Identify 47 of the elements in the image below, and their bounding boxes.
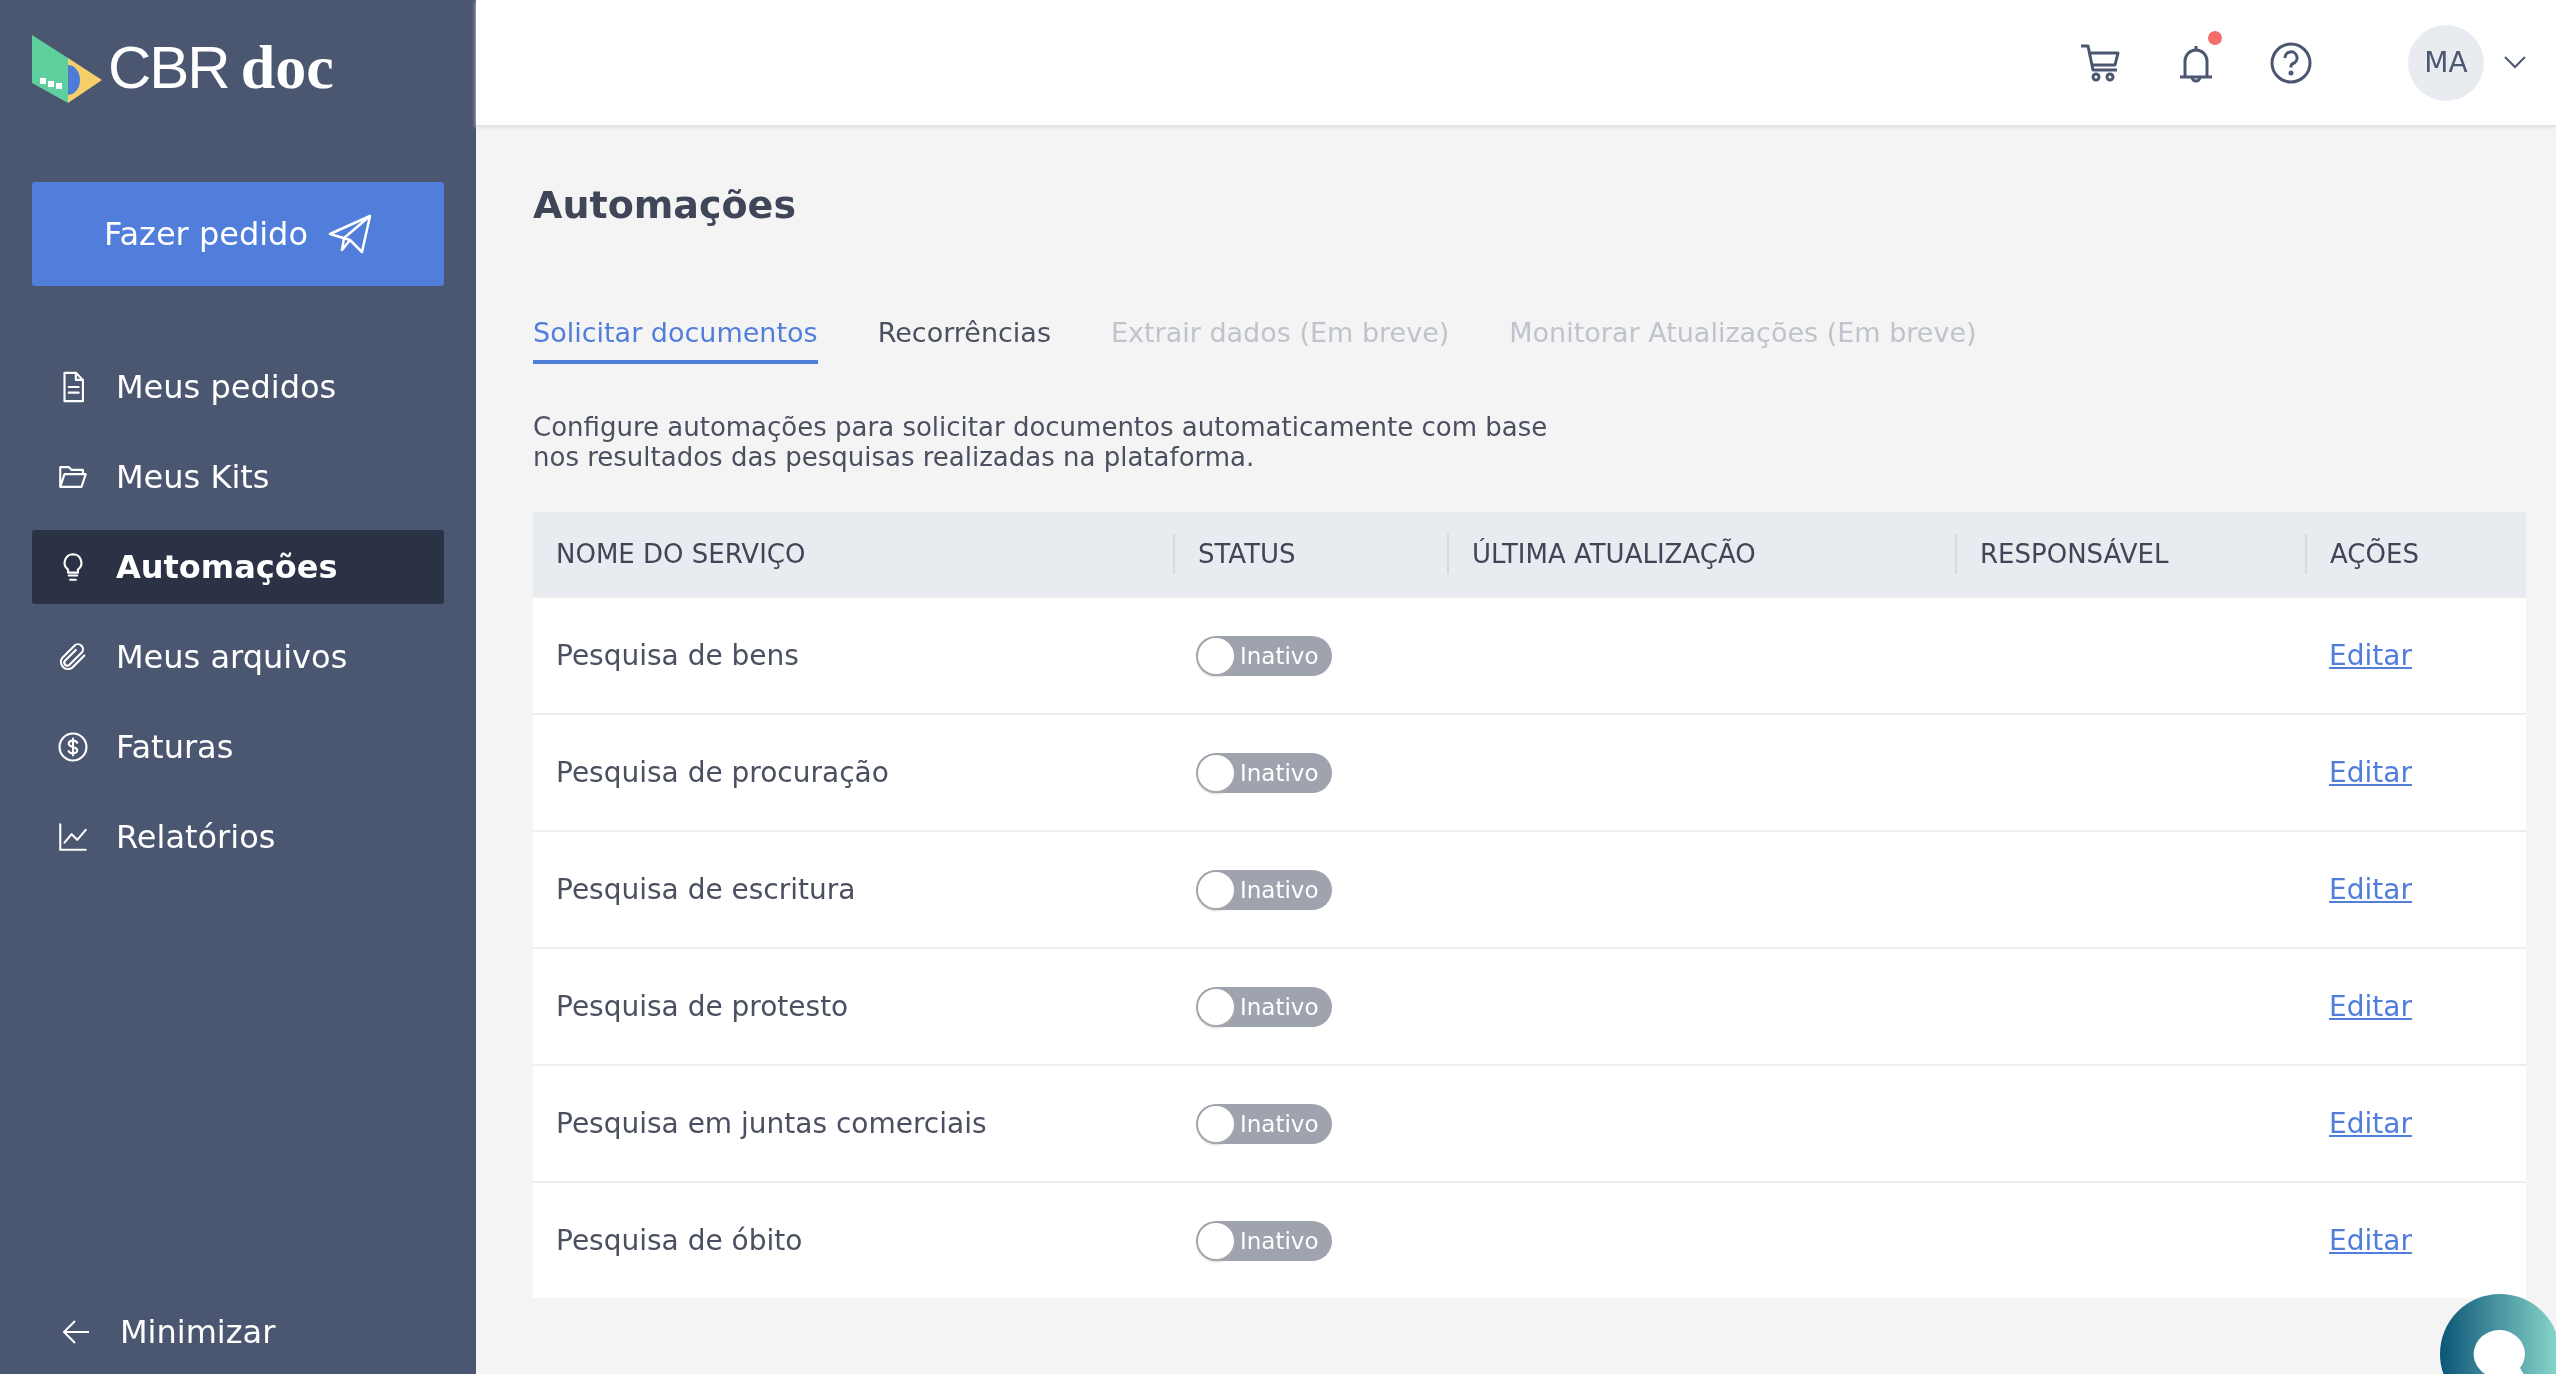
column-header: ÚLTIMA ATUALIZAÇÃO <box>1447 534 1955 574</box>
dollar-icon <box>56 730 90 764</box>
status-toggle[interactable]: Inativo <box>1196 986 1332 1027</box>
column-header: NOME DO SERVIÇO <box>555 538 807 571</box>
edit-link[interactable]: Editar <box>2329 990 2412 1023</box>
tab[interactable]: Solicitar documentos <box>533 317 818 364</box>
status-toggle[interactable]: Inativo <box>1196 1220 1332 1261</box>
chat-bubble-icon <box>2472 1328 2528 1374</box>
arrow-left-icon <box>62 1319 90 1345</box>
help-icon[interactable] <box>2270 41 2312 84</box>
column-header: AÇÕES <box>2305 534 2526 574</box>
sidebar-item[interactable]: Faturas <box>32 710 444 784</box>
order-button[interactable]: Fazer pedido <box>32 182 444 286</box>
table-cell-text: Pesquisa de protesto <box>555 990 850 1023</box>
table-cell-text: Pesquisa em juntas comerciais <box>555 1107 988 1140</box>
sidebar-item[interactable]: Meus pedidos <box>32 350 444 424</box>
tab[interactable]: Recorrências <box>877 317 1051 364</box>
sidebar-item[interactable]: Relatórios <box>32 800 444 874</box>
minimize-button[interactable]: Minimizar <box>32 1304 444 1360</box>
column-header: STATUS <box>1173 534 1447 574</box>
chevron-down-icon[interactable] <box>2504 55 2526 70</box>
status-toggle[interactable]: Inativo <box>1196 635 1332 676</box>
table-cell-text: Pesquisa de procuração <box>555 756 890 789</box>
table-cell-text: Pesquisa de bens <box>555 639 800 672</box>
sidebar-item[interactable]: Automações <box>32 530 444 604</box>
column-header: RESPONSÁVEL <box>1955 534 2305 574</box>
status-toggle[interactable]: Inativo <box>1196 752 1332 793</box>
edit-link[interactable]: Editar <box>2329 639 2412 672</box>
paper-plane-icon <box>328 214 372 254</box>
edit-link[interactable]: Editar <box>2329 756 2412 789</box>
edit-link[interactable]: Editar <box>2329 873 2412 906</box>
page-title: Automações <box>533 183 797 227</box>
table-cell-text: Pesquisa de óbito <box>555 1224 804 1257</box>
sidebar-item[interactable]: Meus Kits <box>32 440 444 514</box>
line-chart-icon <box>56 820 90 854</box>
sidebar-item[interactable]: Meus arquivos <box>32 620 444 694</box>
status-toggle[interactable]: Inativo <box>1196 1103 1332 1144</box>
cart-icon[interactable] <box>2080 42 2122 83</box>
description-text: Configure automações para solicitar documentos automaticamente com base nos resultados das pesquisas realizadas na plataforma. <box>533 412 1549 472</box>
user-avatar[interactable]: MA <box>2408 24 2484 101</box>
logo-text: CBR <box>108 32 229 102</box>
logo-text: doc <box>240 31 334 103</box>
logo-icon <box>32 35 102 103</box>
status-toggle[interactable]: Inativo <box>1196 869 1332 910</box>
table-cell-text: Pesquisa de escritura <box>555 873 857 906</box>
edit-link[interactable]: Editar <box>2329 1107 2412 1140</box>
edit-link[interactable]: Editar <box>2329 1224 2412 1257</box>
